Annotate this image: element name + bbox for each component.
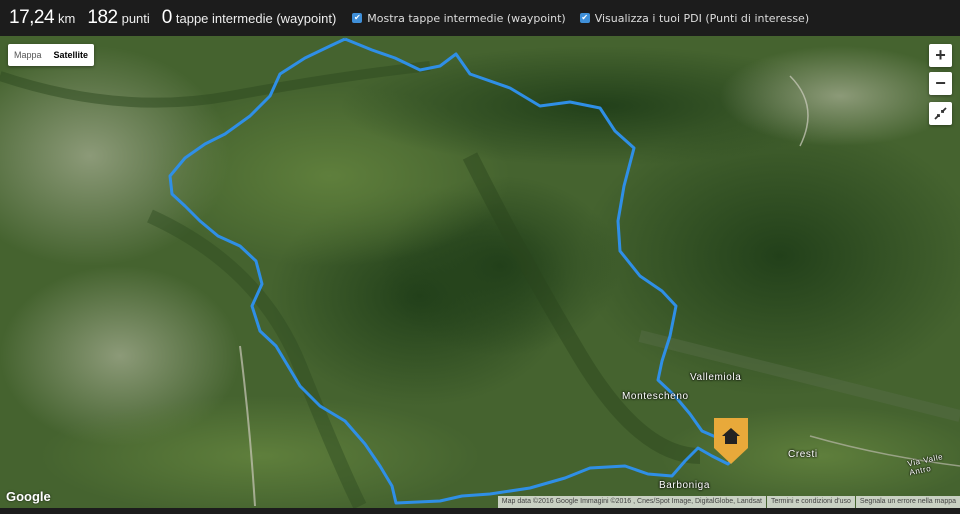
bottom-bar bbox=[0, 508, 960, 514]
show-waypoints-label: Mostra tappe intermedie (waypoint) bbox=[367, 11, 566, 25]
checkmark-icon: ✔ bbox=[352, 13, 363, 23]
place-label-cresti: Cresti bbox=[788, 449, 818, 460]
report-error-link[interactable]: Segnala un errore nella mappa bbox=[855, 496, 960, 508]
google-logo: Google bbox=[6, 489, 51, 504]
distance-value: 17,24 bbox=[9, 7, 55, 28]
place-label-barboniga: Barboniga bbox=[659, 480, 710, 491]
satellite-map[interactable]: Mappa Satellite + − Vallemiola Montesche… bbox=[0, 36, 960, 508]
show-poi-checkbox[interactable]: ✔ Visualizza i tuoi PDI (Punti di intere… bbox=[579, 11, 810, 25]
attribution-text: Map data ©2016 Google Immagini ©2016 , C… bbox=[497, 496, 766, 508]
place-label-vallemiola: Vallemiola bbox=[690, 372, 742, 383]
exit-fullscreen-button[interactable] bbox=[929, 102, 952, 125]
checkmark-icon: ✔ bbox=[579, 13, 590, 23]
map-attribution: Map data ©2016 Google Immagini ©2016 , C… bbox=[497, 496, 960, 508]
zoom-in-button[interactable]: + bbox=[929, 44, 952, 67]
stops-value: 0 bbox=[161, 7, 173, 28]
map-type-control: Mappa Satellite bbox=[8, 44, 95, 66]
show-poi-label: Visualizza i tuoi PDI (Punti di interess… bbox=[594, 11, 810, 25]
zoom-out-button[interactable]: − bbox=[929, 72, 952, 95]
stats-bar: 17,24 km 182 punti 0 tappe intermedie (w… bbox=[0, 0, 960, 36]
map-type-satellite-button[interactable]: Satellite bbox=[48, 44, 95, 66]
show-waypoints-checkbox[interactable]: ✔ Mostra tappe intermedie (waypoint) bbox=[352, 11, 566, 25]
distance-unit: km bbox=[58, 10, 76, 26]
place-label-montescheno: Montescheno bbox=[622, 391, 689, 402]
home-marker[interactable] bbox=[714, 418, 748, 468]
collapse-icon bbox=[934, 107, 947, 120]
map-type-map-button[interactable]: Mappa bbox=[8, 44, 48, 66]
stops-unit: tappe intermedie (waypoint) bbox=[175, 10, 337, 26]
satellite-imagery bbox=[0, 36, 960, 508]
home-icon bbox=[714, 418, 748, 464]
points-unit: punti bbox=[121, 10, 150, 26]
terms-link[interactable]: Termini e condizioni d'uso bbox=[766, 496, 855, 508]
points-value: 182 bbox=[87, 7, 118, 28]
